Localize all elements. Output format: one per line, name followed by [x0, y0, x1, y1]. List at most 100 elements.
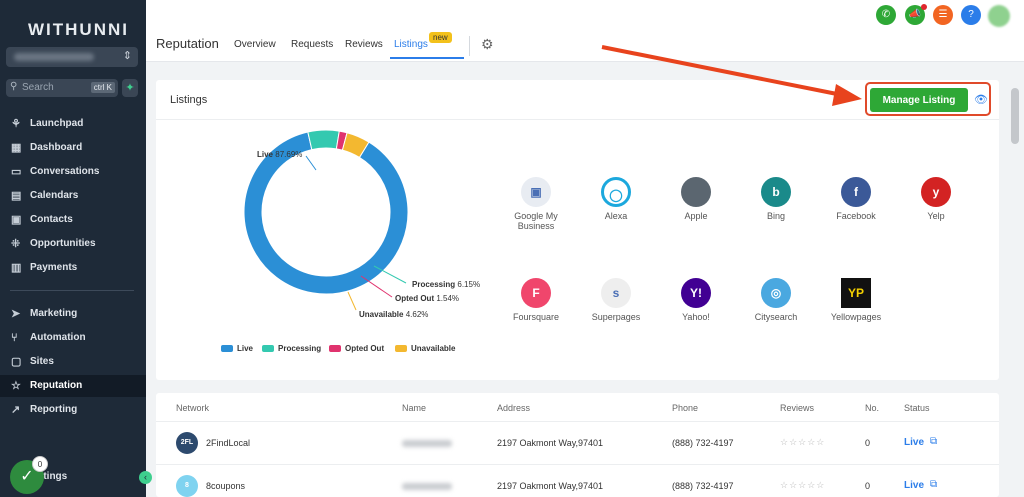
- legend-unavailable[interactable]: Unavailable: [395, 344, 455, 353]
- platform-yahoo[interactable]: Y! Yahoo!: [656, 278, 736, 322]
- platform-name: Superpages: [591, 312, 641, 322]
- pie-leader-line: [305, 155, 317, 171]
- list-icon[interactable]: ☰: [933, 5, 953, 25]
- platform-name: Yahoo!: [682, 312, 710, 322]
- sidebar-item-label: Contacts: [30, 214, 73, 225]
- search-input[interactable]: ⚲ Search ctrl K: [6, 79, 118, 97]
- platform-apple[interactable]: Apple: [656, 177, 736, 221]
- sidebar-item-label: Conversations: [30, 166, 100, 177]
- sidebar-item-dashboard[interactable]: ▦ Dashboard: [0, 137, 146, 159]
- external-link-icon[interactable]: ⧉: [930, 436, 937, 447]
- platform-facebook[interactable]: f Facebook: [816, 177, 896, 221]
- platform-bing[interactable]: b Bing: [736, 177, 816, 221]
- sidebar-item-opportunities[interactable]: ⁜ Opportunities: [0, 233, 146, 255]
- header-name: Name: [402, 403, 427, 413]
- rating-stars: ☆☆☆☆☆: [780, 480, 826, 490]
- sidebar-item-settings[interactable]: ttings: [40, 471, 67, 482]
- pie-slice-processing[interactable]: [307, 129, 340, 151]
- business-name-blurred: [402, 440, 452, 447]
- chevron-updown-icon: ⇕: [122, 50, 132, 62]
- funnel-icon: ⁜: [11, 238, 21, 250]
- sidebar-item-conversations[interactable]: ▭ Conversations: [0, 161, 146, 183]
- status-live-link[interactable]: Live: [904, 480, 924, 491]
- tab-requests[interactable]: Requests: [291, 39, 333, 50]
- sidebar-item-sites[interactable]: ▢ Sites: [0, 351, 146, 373]
- network-logo-icon: 8: [176, 475, 198, 497]
- legend-processing[interactable]: Processing: [262, 344, 321, 353]
- platform-name: Alexa: [604, 211, 628, 221]
- sidebar-item-automation[interactable]: ⑂ Automation: [0, 327, 146, 349]
- sidebar-item-launchpad[interactable]: ⚘ Launchpad: [0, 113, 146, 135]
- yelp-icon: y: [921, 177, 951, 207]
- pie-label-unavailable: Unavailable 4.62%: [359, 310, 429, 319]
- phone: (888) 732-4197: [672, 438, 734, 448]
- sidebar-item-label: Sites: [30, 356, 54, 367]
- account-switcher[interactable]: ⇕: [6, 47, 138, 67]
- help-icon[interactable]: ?: [961, 5, 981, 25]
- sidebar-divider: [10, 290, 134, 291]
- notification-dot: [921, 4, 927, 10]
- sidebar-item-contacts[interactable]: ▣ Contacts: [0, 209, 146, 231]
- phone-icon[interactable]: ✆: [876, 5, 896, 25]
- address: 2197 Oakmont Way,97401: [497, 438, 604, 448]
- tab-reviews[interactable]: Reviews: [345, 39, 383, 50]
- listings-table: Network Name Address Phone Reviews No. S…: [156, 393, 999, 497]
- citysearch-icon: ◎: [761, 278, 791, 308]
- ai-sparkle-icon[interactable]: ✦: [122, 79, 138, 97]
- tab-separator: [469, 36, 470, 56]
- header-no: No.: [865, 403, 880, 413]
- platform-name: Yelp: [927, 211, 945, 221]
- sidebar-item-payments[interactable]: ▥ Payments: [0, 257, 146, 279]
- collapse-sidebar-icon[interactable]: ‹: [139, 471, 152, 484]
- yellowpages-icon: YP: [841, 278, 871, 308]
- pie-label-opted-out: Opted Out 1.54%: [395, 294, 460, 303]
- pie-label-live: Live 87.69%: [257, 150, 303, 159]
- legend-opted-out[interactable]: Opted Out: [329, 344, 384, 353]
- new-badge: new: [429, 32, 452, 43]
- network-name: 8coupons: [206, 481, 246, 491]
- header-reviews: Reviews: [780, 403, 815, 413]
- facebook-icon: f: [841, 177, 871, 207]
- sidebar-item-label: Marketing: [30, 308, 78, 319]
- contacts-icon: ▣: [11, 214, 22, 226]
- sidebar-item-marketing[interactable]: ➤ Marketing: [0, 303, 146, 325]
- sidebar-item-label: Opportunities: [30, 238, 96, 249]
- sidebar-item-label: Reporting: [30, 404, 78, 415]
- avatar[interactable]: [988, 5, 1010, 27]
- review-count: 0: [865, 481, 871, 491]
- sidebar-item-reporting[interactable]: ↗ Reporting: [0, 399, 146, 421]
- status-live-link[interactable]: Live: [904, 437, 924, 448]
- apple-icon: [681, 177, 711, 207]
- external-link-icon[interactable]: ⧉: [930, 479, 937, 490]
- sidebar-item-label: Automation: [30, 332, 86, 343]
- platform-superpages[interactable]: s Superpages: [576, 278, 656, 322]
- sidebar-item-calendars[interactable]: ▤ Calendars: [0, 185, 146, 207]
- chart-icon: ↗: [11, 404, 21, 416]
- platform-foursquare[interactable]: F Foursquare: [496, 278, 576, 322]
- platform-citysearch[interactable]: ◎ Citysearch: [736, 278, 816, 322]
- platform-yelp[interactable]: y Yelp: [896, 177, 976, 221]
- grid-icon: ▦: [11, 142, 22, 154]
- legend-live[interactable]: Live: [221, 344, 253, 353]
- gear-icon[interactable]: ⚙: [481, 36, 494, 53]
- tab-overview[interactable]: Overview: [234, 39, 276, 50]
- sidebar-item-reputation[interactable]: ☆ Reputation: [0, 375, 146, 397]
- scrollbar[interactable]: [1011, 88, 1019, 144]
- platform-name: Apple: [684, 211, 708, 221]
- rating-stars: ☆☆☆☆☆: [780, 437, 826, 447]
- listings-donut-chart: [243, 129, 409, 311]
- platform-google-my-business[interactable]: ▣ Google My Business: [496, 177, 576, 231]
- brand-logo: WITHUNNI: [28, 20, 129, 39]
- table-row[interactable]: 8 8coupons 2197 Oakmont Way,97401 (888) 732…: [156, 464, 999, 497]
- platform-alexa[interactable]: ◯ Alexa: [576, 177, 656, 221]
- platform-yellowpages[interactable]: YP Yellowpages: [816, 278, 896, 322]
- phone: (888) 732-4197: [672, 481, 734, 491]
- header-network: Network: [176, 403, 210, 413]
- tab-listings[interactable]: Listings: [394, 39, 428, 50]
- table-row[interactable]: 2FL 2FindLocal 2197 Oakmont Way,97401 (888)…: [156, 421, 999, 464]
- pie-leader-line: [347, 291, 357, 311]
- checklist-fab[interactable]: ✓ 0: [10, 456, 48, 494]
- review-count: 0: [865, 438, 871, 448]
- chat-icon: ▭: [11, 166, 22, 178]
- platform-name: Foursquare: [512, 312, 560, 322]
